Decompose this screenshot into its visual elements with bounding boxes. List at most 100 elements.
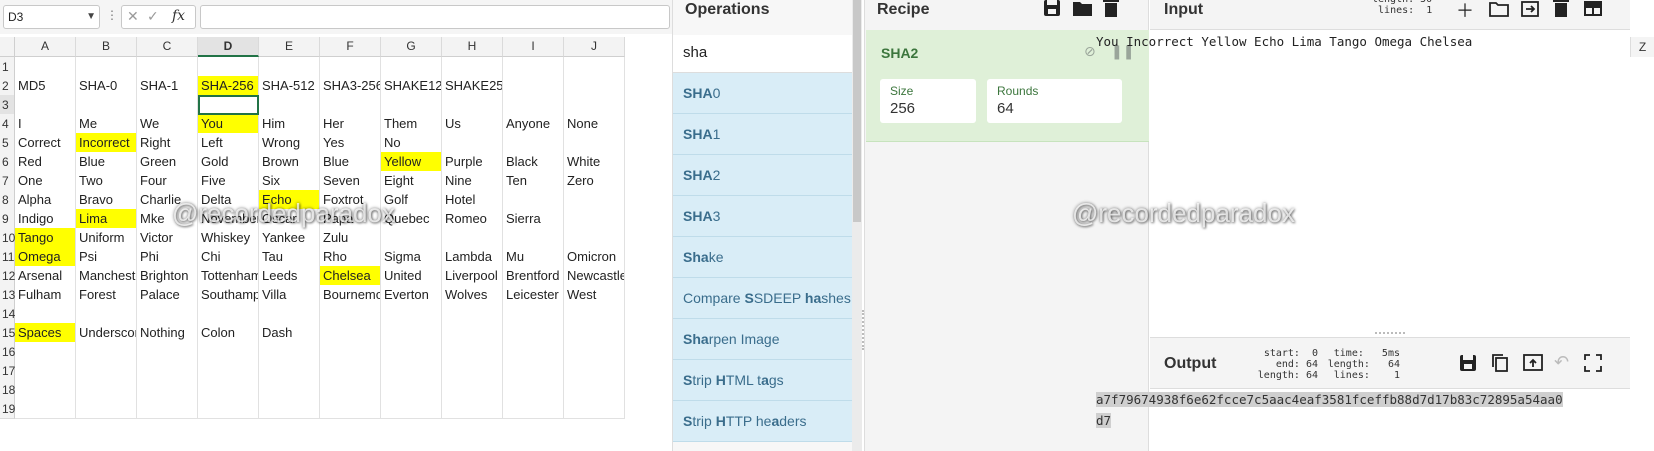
cell-i1[interactable] (503, 57, 564, 77)
cell-f4[interactable]: Her (320, 114, 381, 134)
cell-e18[interactable] (259, 380, 320, 400)
cell-e6[interactable]: Brown (259, 152, 320, 172)
operations-search-input[interactable]: sha (673, 35, 853, 73)
cell-e19[interactable] (259, 399, 320, 419)
undo-icon[interactable]: ↶ (1554, 352, 1569, 373)
cell-d4[interactable]: You (198, 114, 259, 134)
cell-h11[interactable]: Lambda (442, 247, 503, 267)
add-tab-icon[interactable]: ＋ (1456, 0, 1474, 23)
maximize-output-icon[interactable] (1584, 354, 1602, 372)
cell-e3[interactable] (259, 95, 320, 115)
cell-a5[interactable]: Correct (15, 133, 76, 153)
cell-d6[interactable]: Gold (198, 152, 259, 172)
cell-g3[interactable] (381, 95, 442, 115)
cell-b19[interactable] (76, 399, 137, 419)
cell-h6[interactable]: Purple (442, 152, 503, 172)
cell-b13[interactable]: Forest (76, 285, 137, 305)
cell-h19[interactable] (442, 399, 503, 419)
operation-item[interactable]: SHA1 (673, 114, 853, 155)
cell-b7[interactable]: Two (76, 171, 137, 191)
cell-f14[interactable] (320, 304, 381, 324)
clear-input-trash-icon[interactable] (1552, 0, 1570, 18)
name-box[interactable]: D3 ▼ (3, 5, 100, 29)
cell-c1[interactable] (137, 57, 198, 77)
cell-i9[interactable]: Sierra (503, 209, 564, 229)
cell-c3[interactable] (137, 95, 198, 115)
cell-j16[interactable] (564, 342, 625, 362)
cell-g12[interactable]: United (381, 266, 442, 286)
cell-f7[interactable]: Seven (320, 171, 381, 191)
cell-a12[interactable]: Arsenal (15, 266, 76, 286)
cell-f17[interactable] (320, 361, 381, 381)
cell-e7[interactable]: Six (259, 171, 320, 191)
cell-j8[interactable] (564, 190, 625, 210)
cell-b5[interactable]: Incorrect (76, 133, 137, 153)
cell-j6[interactable]: White (564, 152, 625, 172)
chevron-down-icon[interactable]: ▼ (86, 6, 96, 28)
layout-icon[interactable] (1582, 0, 1604, 18)
cell-f1[interactable] (320, 57, 381, 77)
load-recipe-folder-icon[interactable] (1072, 0, 1094, 18)
cell-c5[interactable]: Right (137, 133, 198, 153)
cell-c19[interactable] (137, 399, 198, 419)
save-recipe-icon[interactable] (1042, 0, 1062, 18)
operation-item[interactable]: Compare SSDEEP hashes (673, 278, 853, 319)
cell-h15[interactable] (442, 323, 503, 343)
cell-c8[interactable]: Charlie (137, 190, 198, 210)
cell-j15[interactable] (564, 323, 625, 343)
disable-operation-icon[interactable]: ⊘ (1084, 43, 1096, 60)
cell-g19[interactable] (381, 399, 442, 419)
cell-i4[interactable]: Anyone (503, 114, 564, 134)
cell-i18[interactable] (503, 380, 564, 400)
operations-scrollbar[interactable] (852, 0, 862, 451)
cell-i5[interactable] (503, 133, 564, 153)
row-header-19[interactable]: 19 (0, 399, 15, 419)
cell-h5[interactable] (442, 133, 503, 153)
column-header-g[interactable]: G (381, 37, 442, 57)
cell-i13[interactable]: Leicester (503, 285, 564, 305)
size-field[interactable]: Size 256 (880, 79, 976, 123)
cell-e1[interactable] (259, 57, 320, 77)
row-header-17[interactable]: 17 (0, 361, 15, 381)
cell-c7[interactable]: Four (137, 171, 198, 191)
cell-i16[interactable] (503, 342, 564, 362)
cell-h18[interactable] (442, 380, 503, 400)
column-header-i[interactable]: I (503, 37, 564, 57)
cell-c4[interactable]: We (137, 114, 198, 134)
select-all-corner[interactable] (0, 37, 15, 57)
cell-j11[interactable]: Omicron (564, 247, 625, 267)
cell-a3[interactable] (15, 95, 76, 115)
cell-g16[interactable] (381, 342, 442, 362)
copy-output-icon[interactable] (1490, 353, 1510, 373)
cell-g9[interactable]: Quebec (381, 209, 442, 229)
cell-j17[interactable] (564, 361, 625, 381)
cell-c11[interactable]: Phi (137, 247, 198, 267)
cell-d9[interactable]: November (198, 209, 259, 229)
column-header-z[interactable]: Z (1630, 37, 1654, 57)
cell-i14[interactable] (503, 304, 564, 324)
cell-d7[interactable]: Five (198, 171, 259, 191)
column-header-c[interactable]: C (137, 37, 198, 57)
cell-g8[interactable]: Golf (381, 190, 442, 210)
row-header-7[interactable]: 7 (0, 171, 15, 191)
operation-item[interactable]: SHA2 (673, 155, 853, 196)
cell-c9[interactable]: Mke (137, 209, 198, 229)
cell-g15[interactable] (381, 323, 442, 343)
cell-j13[interactable]: West (564, 285, 625, 305)
cell-f2[interactable]: SHA3-256 (320, 76, 381, 96)
cell-g17[interactable] (381, 361, 442, 381)
cell-d11[interactable]: Chi (198, 247, 259, 267)
operation-item[interactable]: Sharpen Image (673, 319, 853, 360)
cell-h3[interactable] (442, 95, 503, 115)
cell-h17[interactable] (442, 361, 503, 381)
cell-e10[interactable]: Yankee (259, 228, 320, 248)
row-header-18[interactable]: 18 (0, 380, 15, 400)
cell-b10[interactable]: Uniform (76, 228, 137, 248)
cell-a18[interactable] (15, 380, 76, 400)
cell-g13[interactable]: Everton (381, 285, 442, 305)
cell-f12[interactable]: Chelsea (320, 266, 381, 286)
cell-h8[interactable]: Hotel (442, 190, 503, 210)
cell-c17[interactable] (137, 361, 198, 381)
cell-h9[interactable]: Romeo (442, 209, 503, 229)
cell-h1[interactable] (442, 57, 503, 77)
